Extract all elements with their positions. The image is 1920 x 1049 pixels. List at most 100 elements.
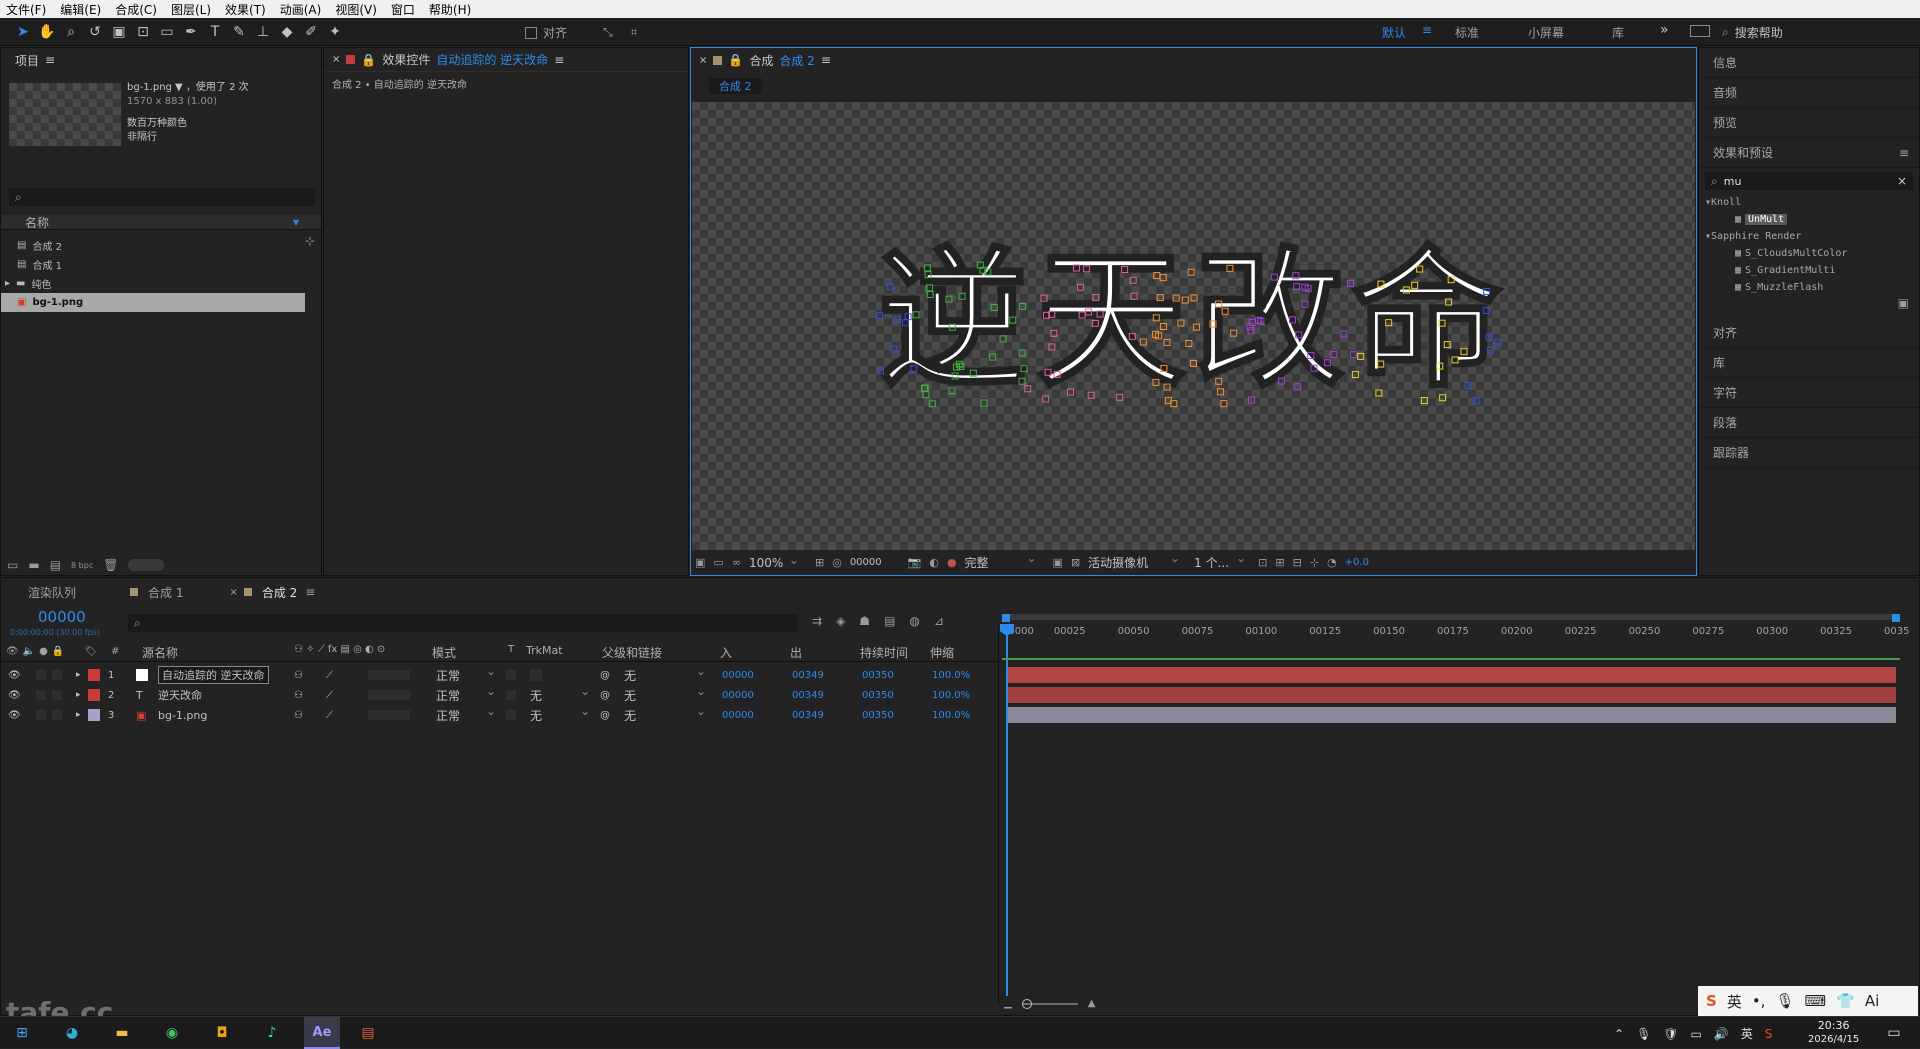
zoom-dropdown[interactable]: 100% xyxy=(749,553,799,570)
pan-behind-tool-icon[interactable]: ⊡ xyxy=(132,21,154,43)
trace-point[interactable] xyxy=(923,264,931,272)
timeline-icon[interactable]: ⊟ xyxy=(1293,556,1302,569)
project-panel-title[interactable]: 项目 xyxy=(15,52,39,69)
panel-menu-icon[interactable]: ≡ xyxy=(305,585,315,599)
preserve-transparency-toggle[interactable] xyxy=(506,710,516,720)
trace-point[interactable] xyxy=(1221,307,1229,315)
pick-whip-icon[interactable]: @ xyxy=(600,670,610,681)
layer-stretch[interactable]: 100.0% xyxy=(932,670,970,681)
trace-point[interactable] xyxy=(1248,319,1256,327)
shopping-app-icon[interactable]: ◘ xyxy=(210,1021,234,1045)
trace-point[interactable] xyxy=(1288,316,1296,324)
zoom-in-icon[interactable]: ▲ xyxy=(1088,998,1096,1009)
table-row[interactable]: 👁 ▸ 3 ▣ bg-1.png ⚇ ⟋ 正常 无 @ 无 00000 0034… xyxy=(0,704,1000,725)
snapshot-region-icon[interactable]: ◎ xyxy=(832,556,842,569)
snap-options-icon[interactable]: ⌗ xyxy=(631,25,638,40)
trace-point[interactable] xyxy=(1040,294,1048,302)
trace-point[interactable] xyxy=(1091,319,1099,327)
shy-switch-icon[interactable]: ⚇ xyxy=(294,670,303,681)
trace-point[interactable] xyxy=(1292,272,1300,280)
layer-label-color[interactable] xyxy=(88,669,100,681)
expand-arrow-icon[interactable]: ▸ xyxy=(76,710,81,720)
trace-point[interactable] xyxy=(1445,298,1453,306)
column-trkmat[interactable]: TrkMat xyxy=(526,644,563,660)
tray-expand-icon[interactable]: ⌃ xyxy=(1614,1027,1624,1041)
audio-toggle[interactable] xyxy=(36,690,46,700)
frame-blending-icon[interactable]: ▤ xyxy=(884,614,895,628)
trace-point[interactable] xyxy=(901,319,909,327)
trace-point[interactable] xyxy=(1018,377,1026,385)
layer-switches[interactable] xyxy=(368,670,410,680)
trace-point[interactable] xyxy=(924,271,932,279)
column-source-name[interactable]: 源名称 xyxy=(142,644,178,660)
column-t[interactable]: T xyxy=(508,644,514,660)
trace-point[interactable] xyxy=(1248,396,1256,404)
solo-toggle[interactable] xyxy=(52,690,62,700)
trace-point[interactable] xyxy=(1053,370,1061,378)
trace-point[interactable] xyxy=(945,295,953,303)
shy-switch-icon[interactable]: ⚇ xyxy=(294,690,303,701)
trace-point[interactable] xyxy=(1439,394,1447,402)
trace-point[interactable] xyxy=(1447,276,1455,284)
trace-point[interactable] xyxy=(1121,265,1129,273)
eye-icon[interactable]: 👁 xyxy=(8,710,21,721)
list-item[interactable]: ▸ ▬ 纯色 xyxy=(1,274,305,293)
roto-brush-tool-icon[interactable]: ✐ xyxy=(300,21,322,43)
trace-point[interactable] xyxy=(1139,338,1147,346)
zoom-slider[interactable] xyxy=(1021,998,1078,1009)
menu-effect[interactable]: 效果(T) xyxy=(225,1,266,18)
flowchart-icon[interactable]: ⊹ xyxy=(305,234,315,248)
column-mode[interactable]: 模式 xyxy=(432,644,456,660)
brush-tool-icon[interactable]: ✎ xyxy=(228,21,250,43)
close-icon[interactable]: × xyxy=(332,54,340,65)
layer-search[interactable]: ⌕ xyxy=(128,614,798,632)
trace-point[interactable] xyxy=(1443,341,1451,349)
solo-toggle[interactable] xyxy=(52,670,62,680)
new-folder-icon[interactable]: ▬ xyxy=(28,558,39,572)
trace-point[interactable] xyxy=(1494,339,1502,347)
trace-point[interactable] xyxy=(925,284,933,292)
trace-point[interactable] xyxy=(1460,348,1468,356)
trace-point[interactable] xyxy=(1078,311,1086,319)
layer-switches[interactable] xyxy=(368,710,410,720)
trace-point[interactable] xyxy=(1385,319,1393,327)
menu-window[interactable]: 窗口 xyxy=(391,1,415,18)
work-area-start-handle[interactable] xyxy=(1002,614,1010,622)
draft-3d-icon[interactable]: ◈ xyxy=(836,614,845,628)
list-item[interactable]: ▤ 合成 2 xyxy=(1,236,305,255)
trace-point[interactable] xyxy=(1295,331,1303,339)
column-in[interactable]: 入 xyxy=(720,644,732,660)
clear-search-icon[interactable]: × xyxy=(1897,174,1907,188)
layer-duration[interactable]: 00350 xyxy=(862,710,894,721)
trace-point[interactable] xyxy=(912,311,920,319)
trkmat-dropdown[interactable]: 无 xyxy=(530,704,590,724)
volume-icon[interactable]: 🔊 xyxy=(1714,1027,1729,1041)
panel-library[interactable]: 库 xyxy=(1699,348,1919,378)
trace-point[interactable] xyxy=(1215,300,1223,308)
trace-point[interactable] xyxy=(1066,388,1074,396)
trace-point[interactable] xyxy=(1375,389,1383,397)
mode-dropdown[interactable]: 正常 xyxy=(436,684,496,704)
workspace-edit-icon[interactable] xyxy=(1690,25,1710,37)
parent-dropdown[interactable]: 无 xyxy=(624,684,706,704)
workspace-default[interactable]: 默认 xyxy=(1382,24,1406,41)
trace-point[interactable] xyxy=(1310,364,1318,372)
pen-tool-icon[interactable]: ✒ xyxy=(180,21,202,43)
interpret-footage-icon[interactable]: ▭ xyxy=(7,558,18,572)
effects-presets-title[interactable]: 效果和预设 xyxy=(1713,138,1773,168)
quality-switch-icon[interactable]: ⟋ xyxy=(326,670,333,681)
menu-animation[interactable]: 动画(A) xyxy=(280,1,322,18)
align-checkbox[interactable] xyxy=(525,26,537,39)
mode-dropdown[interactable]: 正常 xyxy=(436,704,496,724)
new-composition-icon[interactable]: ▤ xyxy=(50,558,61,572)
parent-dropdown[interactable]: 无 xyxy=(624,704,706,724)
trace-point[interactable] xyxy=(876,367,884,375)
work-area-end-handle[interactable] xyxy=(1892,614,1900,622)
trace-point[interactable] xyxy=(1230,329,1238,337)
camera-dropdown[interactable]: 活动摄像机 xyxy=(1088,551,1180,571)
trace-point[interactable] xyxy=(990,304,998,312)
clone-stamp-tool-icon[interactable]: ⊥ xyxy=(252,21,274,43)
trace-point[interactable] xyxy=(1464,381,1472,389)
ime-voice-icon[interactable]: 🎙 xyxy=(1775,992,1794,1010)
trace-point[interactable] xyxy=(1159,274,1167,282)
